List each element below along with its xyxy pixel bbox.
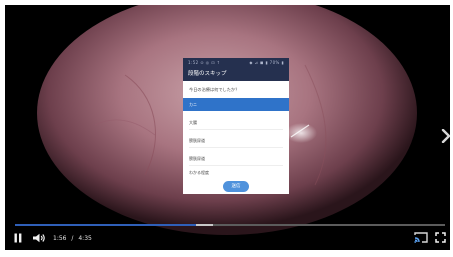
status-left: 1:52 ⊙ ◎ ⊡ ↑ (188, 60, 221, 65)
option-item[interactable]: わかる程度 (183, 166, 289, 179)
divider (189, 129, 283, 130)
divider (189, 147, 283, 148)
option-item[interactable]: 膀胱尿道 (183, 134, 289, 147)
progress-bar[interactable] (15, 224, 445, 226)
cast-icon[interactable] (413, 231, 429, 244)
status-bar: 1:52 ⊙ ◎ ⊡ ↑ ◆ ⊿ ◼ ▮ 70% ▮ (183, 58, 289, 68)
current-time: 1:56 (53, 235, 67, 242)
option-item[interactable]: 膀胱尿道 (183, 152, 289, 165)
chevron-right-icon[interactable] (441, 129, 450, 143)
time-display: 1:56 / 4:35 (53, 235, 92, 242)
status-right: ◆ ⊿ ◼ ▮ 70% ▮ (249, 60, 284, 65)
question-text: 今日の治療は何でしたか？ (189, 87, 240, 92)
volume-icon[interactable] (32, 233, 46, 243)
embedded-app-screen: 1:52 ⊙ ◎ ⊡ ↑ ◆ ⊿ ◼ ▮ 70% ▮ 段階のスキップ 今日の治療… (183, 58, 289, 194)
submit-button[interactable]: 送信 (223, 181, 249, 192)
duration: 4:35 (78, 235, 92, 242)
option-item[interactable]: 大腸 (183, 116, 289, 129)
pause-icon[interactable] (14, 233, 22, 243)
option-item[interactable]: カニ (183, 98, 289, 111)
fullscreen-icon[interactable] (435, 232, 446, 243)
time-separator: / (71, 235, 74, 242)
app-bar-title: 段階のスキップ (183, 68, 289, 81)
video-player[interactable]: 1:52 ⊙ ◎ ⊡ ↑ ◆ ⊿ ◼ ▮ 70% ▮ 段階のスキップ 今日の治療… (5, 5, 450, 250)
control-bar: 1:56 / 4:35 (5, 227, 450, 250)
progress-buffered (196, 224, 213, 226)
progress-played (15, 224, 197, 226)
